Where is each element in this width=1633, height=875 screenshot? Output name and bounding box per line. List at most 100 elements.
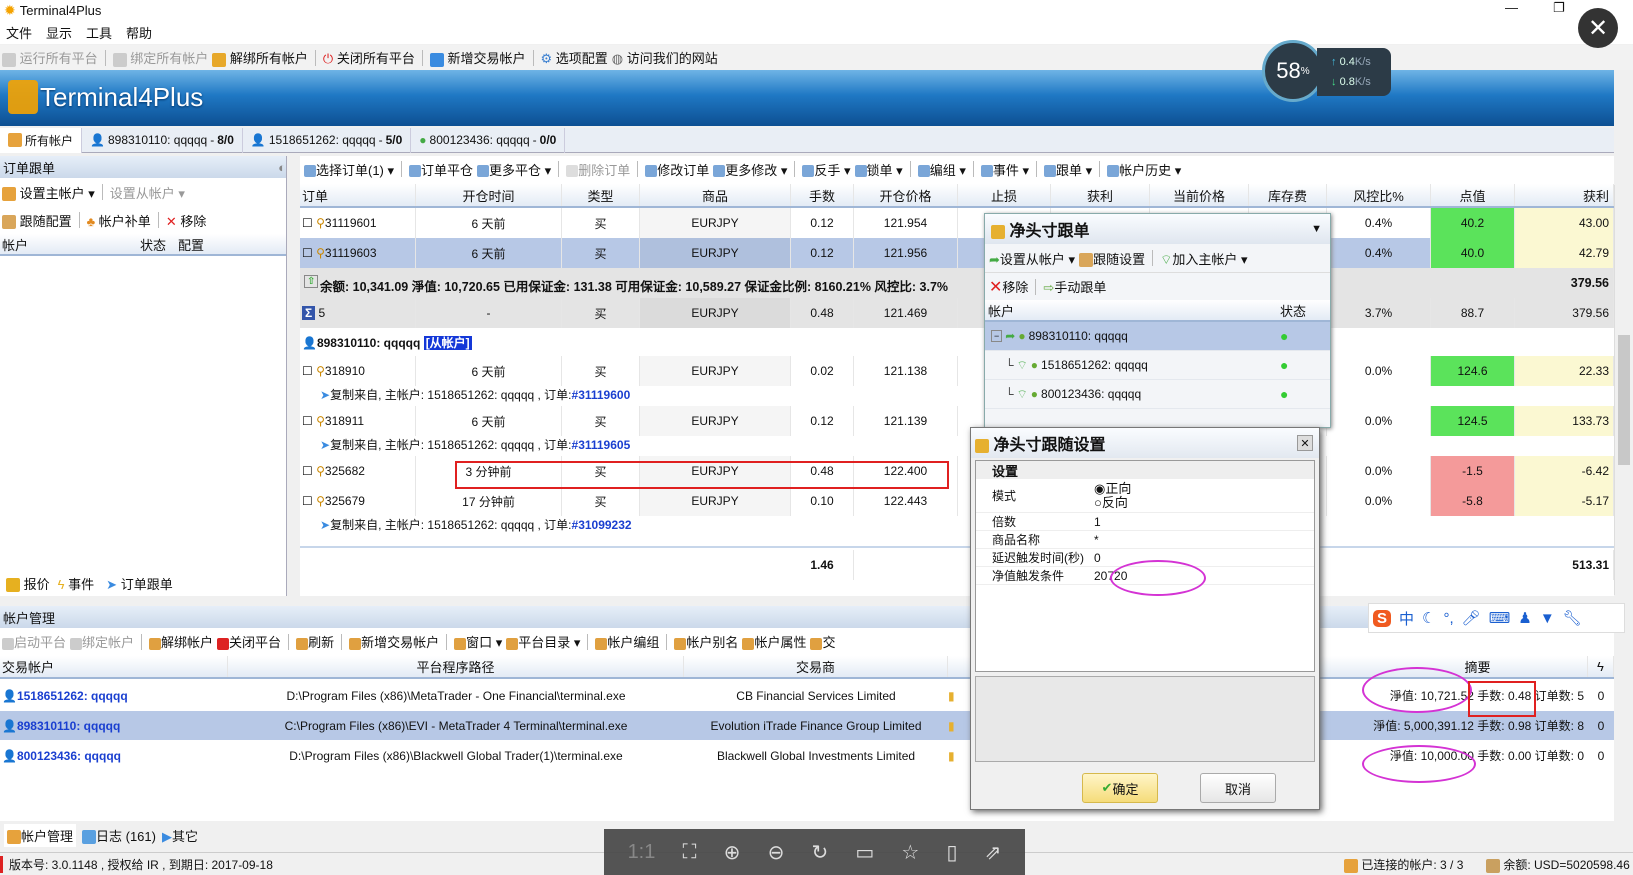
account-toolbar-button[interactable]: 交 <box>810 632 835 651</box>
tree-item[interactable]: − ➦ ● 898310110: qqqqq ● <box>985 322 1330 351</box>
table-row[interactable]: ☐ ⚲ 31119603 6 天前买 EURJPY 0.12 121.956 0.4% 40.… <box>300 238 1614 268</box>
mode-forward-radio[interactable]: ◉正向 <box>1094 481 1131 496</box>
checkbox[interactable]: ☐ <box>302 494 313 508</box>
device-icon[interactable]: ▯ <box>947 840 958 865</box>
tab-account-800123436[interactable]: ● 800123436: qqqqq - 0/0 <box>411 127 566 153</box>
column-header[interactable]: 平台程序路径 <box>228 656 684 677</box>
maximize-button[interactable]: ❐ <box>1553 0 1565 16</box>
column-header[interactable]: 点值 <box>1431 184 1515 206</box>
wrench-icon[interactable]: 🔧︎ <box>1563 609 1582 627</box>
ime-language[interactable]: 中 <box>1399 608 1414 629</box>
column-header[interactable]: 交易帐户 <box>0 656 228 677</box>
tab-events[interactable]: ϟ 事件 <box>58 574 95 593</box>
account-toolbar-button[interactable]: 启动平台 <box>2 632 66 651</box>
zoom-out-icon[interactable]: ⊖ <box>768 840 785 865</box>
zoom-in-icon[interactable]: ⊕ <box>724 840 741 865</box>
account-toolbar-button[interactable]: 帐户别名 <box>674 632 738 651</box>
shirt-icon[interactable]: ▼ <box>1540 610 1555 627</box>
orders-toolbar-button[interactable]: 跟单 ▾ <box>1044 160 1092 179</box>
account-toolbar-button[interactable]: 帐户编组 <box>595 632 659 651</box>
table-row[interactable]: ☐ ⚲ 318911 6 天前买 EURJPY 0.12 121.139 0.0% 124.5… <box>300 406 1614 436</box>
menu-tools[interactable]: 工具 <box>86 23 112 42</box>
column-header[interactable]: 手数 <box>791 184 854 206</box>
run-all-platforms-button[interactable]: 运行所有平台 <box>2 48 98 67</box>
manual-copy-button[interactable]: ⇨手动跟单 <box>1043 277 1106 296</box>
property-value[interactable]: * <box>1094 533 1099 547</box>
orders-toolbar-button[interactable]: 锁单 ▾ <box>854 160 903 179</box>
follow-config-button[interactable]: 跟随配置 <box>2 211 72 230</box>
account-toolbar-button[interactable]: 刷新 <box>296 632 334 651</box>
bind-all-accounts-button[interactable]: 绑定所有帐户 <box>112 48 208 67</box>
orders-toolbar-button[interactable]: 更多平仓 ▾ <box>477 160 551 179</box>
orders-toolbar-button[interactable]: 订单平仓 <box>409 160 473 179</box>
checkbox[interactable]: ☐ <box>302 246 313 260</box>
set-master-button[interactable]: 设置主帐户 ▾ <box>2 183 95 202</box>
share-icon[interactable]: ⇗ <box>985 840 1002 865</box>
table-row[interactable]: ☐ ⚲ 318910 6 天前买 EURJPY 0.02 121.138 0.0% 124.6… <box>300 356 1614 386</box>
options-button[interactable]: ⚙ 选项配置 <box>541 48 608 67</box>
cancel-button[interactable]: 取消 <box>1200 773 1276 803</box>
column-header[interactable]: 商品 <box>640 184 791 206</box>
microphone-icon[interactable]: 🎤︎ <box>1462 609 1481 627</box>
column-header[interactable]: 开仓价格 <box>854 184 958 206</box>
account-toolbar-button[interactable]: 关闭平台 <box>217 632 281 651</box>
column-header[interactable]: 风控比% <box>1327 184 1431 206</box>
account-toolbar-button[interactable]: 平台目录 ▾ <box>506 632 580 651</box>
tab-order-copy[interactable]: ➤ 订单跟单 <box>102 571 177 595</box>
dialog-close-button[interactable]: ✕ <box>1297 435 1313 451</box>
table-row[interactable]: ☐ ⚲ 31119601 6 天前买 EURJPY 0.12 121.954 0.4% 40.… <box>300 208 1614 238</box>
tab-all-accounts[interactable]: 所有帐户 <box>0 127 83 153</box>
order-link[interactable]: #31099232 <box>572 518 632 532</box>
menu-help[interactable]: 帮助 <box>126 23 152 42</box>
tab-account-management[interactable]: 帐户管理 <box>4 823 77 847</box>
close-button[interactable]: ✕ <box>1578 8 1618 48</box>
orders-toolbar-button[interactable]: 事件 ▾ <box>980 160 1029 179</box>
table-row[interactable]: 👤 898310110: qqqqq C:\Program Files (x86)\… <box>0 711 1614 740</box>
account-toolbar-button[interactable]: 帐户属性 <box>742 632 806 651</box>
account-toolbar-button[interactable]: 窗口 ▾ <box>454 632 502 651</box>
orders-toolbar-button[interactable]: 更多修改 ▾ <box>713 160 787 179</box>
menu-file[interactable]: 文件 <box>6 23 32 42</box>
keyboard-icon[interactable]: ⌨ <box>1489 609 1511 627</box>
account-toolbar-button[interactable]: 绑定帐户 <box>70 632 134 651</box>
checkbox[interactable]: ☐ <box>302 464 313 478</box>
actual-size-button[interactable]: 1:1 <box>628 841 656 864</box>
collapse-icon[interactable]: − <box>991 330 1003 342</box>
column-header[interactable]: 订单 <box>302 184 416 206</box>
table-row[interactable]: ☐ ⚲ 325679 17 分钟前买 EURJPY 0.10 122.443 0.0% -5.… <box>300 486 1614 516</box>
bookmark-icon[interactable]: ☆ <box>901 840 919 865</box>
save-icon[interactable]: ▭ <box>855 840 874 865</box>
checkbox[interactable]: ☐ <box>302 414 313 428</box>
visit-website-button[interactable]: ◍ 访问我们的网站 <box>612 48 718 67</box>
orders-toolbar-button[interactable]: 帐户历史 ▾ <box>1107 160 1181 179</box>
property-value[interactable]: 0 <box>1094 551 1101 565</box>
tab-other[interactable]: ▶其它 <box>162 826 198 845</box>
column-header[interactable]: 获利 <box>1515 184 1614 206</box>
account-toolbar-button[interactable]: 解绑帐户 <box>149 632 213 651</box>
add-master-button[interactable]: ⌔加入主帐户 ▾ <box>1160 249 1247 268</box>
close-all-platforms-button[interactable]: ⏻ 关闭所有平台 <box>323 48 415 67</box>
rotate-icon[interactable]: ↻ <box>811 840 828 865</box>
expand-icon[interactable]: ⇧ <box>304 275 319 288</box>
order-link[interactable]: #31119605 <box>572 438 631 452</box>
table-row[interactable]: Σ 5- 买 EURJPY 0.48 121.469 3.7% 88.7 379.56 <box>300 298 1614 328</box>
remove-button[interactable]: ✕ 移除 <box>166 211 207 230</box>
dropdown-arrow-icon[interactable]: ▼ <box>1311 223 1322 235</box>
follow-settings-button[interactable]: 跟随设置 <box>1079 249 1145 268</box>
menu-view[interactable]: 显示 <box>46 23 72 42</box>
orders-toolbar-button[interactable]: 选择订单(1) ▾ <box>304 160 394 179</box>
mode-reverse-radio[interactable]: ○反向 <box>1094 495 1131 510</box>
tab-account-898310110[interactable]: 👤 898310110: qqqqq - 8/0 <box>82 127 243 153</box>
column-header[interactable]: 获利 <box>1051 184 1150 206</box>
add-trading-account-button[interactable]: 新增交易帐户 <box>429 48 526 67</box>
tab-account-1518651262[interactable]: 👤 1518651262: qqqqq - 5/0 <box>243 127 412 153</box>
minimize-button[interactable]: — <box>1505 0 1518 15</box>
set-slave-button[interactable]: 设置从帐户 ▾ <box>110 183 185 202</box>
user-icon[interactable]: ♟ <box>1518 609 1531 627</box>
account-toolbar-button[interactable]: 新增交易帐户 <box>349 632 439 651</box>
orders-scrollbar[interactable] <box>1614 185 1633 595</box>
tree-item[interactable]: └ ⌔ ● 1518651262: qqqqq ● <box>985 351 1330 380</box>
set-slave-account-button[interactable]: ➦设置从帐户 ▾ <box>989 249 1075 268</box>
orders-toolbar-button[interactable]: 删除订单 <box>566 160 630 179</box>
fit-icon[interactable]: ⛶ <box>683 841 697 864</box>
